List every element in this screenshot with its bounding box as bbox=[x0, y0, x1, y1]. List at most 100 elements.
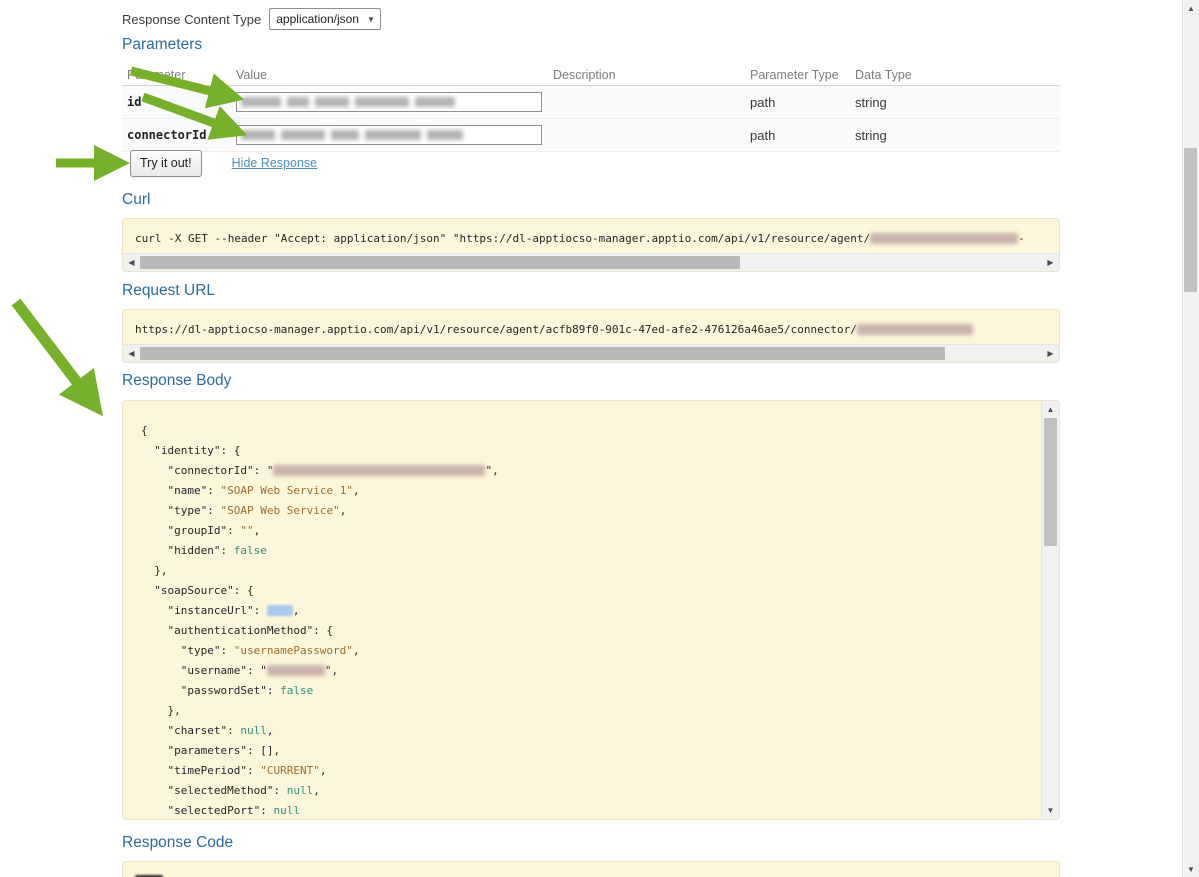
table-row: idpathstring bbox=[122, 86, 1060, 119]
page-scrollbar-thumb[interactable] bbox=[1184, 148, 1197, 292]
code-text: "selectedPort": bbox=[141, 804, 273, 817]
table-row: connectorIdpathstring bbox=[122, 119, 1060, 152]
column-header-parameter-type: Parameter Type bbox=[745, 68, 850, 82]
string-token: "usernamePassword" bbox=[234, 644, 353, 657]
response-code-heading: Response Code bbox=[122, 834, 233, 852]
content-type-value: application/json bbox=[276, 12, 359, 26]
request-url-scrollbar-thumb[interactable] bbox=[140, 347, 945, 360]
content-type-select[interactable]: application/json ▼ bbox=[269, 8, 381, 30]
code-text: "charset": bbox=[141, 724, 240, 737]
curl-heading: Curl bbox=[122, 191, 150, 209]
code-text: ", bbox=[485, 464, 498, 477]
code-text: curl -X GET --header "Accept: applicatio… bbox=[135, 232, 870, 245]
code-text: "passwordSet": bbox=[141, 684, 280, 697]
scroll-right-arrow-icon[interactable]: ▶ bbox=[1042, 254, 1059, 271]
code-text: "connectorId": " bbox=[141, 464, 273, 477]
scroll-left-arrow-icon[interactable]: ◀ bbox=[123, 254, 140, 271]
redacted-value bbox=[365, 130, 421, 140]
json-line: { bbox=[141, 421, 1029, 441]
arrow-to-response-body bbox=[16, 302, 83, 390]
scroll-right-arrow-icon[interactable]: ▶ bbox=[1042, 345, 1059, 362]
page-vertical-scrollbar[interactable]: ▲ ▼ bbox=[1182, 0, 1199, 877]
code-text: "selectedMethod": bbox=[141, 784, 287, 797]
scroll-up-arrow-icon[interactable]: ▲ bbox=[1042, 401, 1059, 418]
redacted-value bbox=[427, 130, 463, 140]
string-token: "CURRENT" bbox=[260, 764, 320, 777]
json-line: "identity": { bbox=[141, 441, 1029, 461]
response-body-box: { "identity": { "connectorId": " ", "name… bbox=[122, 400, 1060, 820]
redacted-value bbox=[281, 130, 325, 140]
parameters-table-body: idpathstringconnectorIdpathstring bbox=[122, 86, 1060, 152]
response-code-box bbox=[122, 861, 1060, 877]
parameter-value-cell bbox=[231, 92, 548, 112]
redacted-value bbox=[870, 233, 1018, 244]
literal-token: false bbox=[280, 684, 313, 697]
curl-scrollbar-thumb[interactable] bbox=[140, 256, 740, 269]
scroll-left-arrow-icon[interactable]: ◀ bbox=[123, 345, 140, 362]
redacted-value bbox=[241, 130, 275, 140]
response-body-vertical-scrollbar[interactable]: ▲ ▼ bbox=[1041, 401, 1059, 819]
literal-token: null bbox=[273, 804, 300, 817]
code-text: , bbox=[353, 484, 360, 497]
curl-command: curl -X GET --header "Accept: applicatio… bbox=[123, 219, 1059, 249]
code-text: "soapSource": { bbox=[141, 584, 254, 597]
scroll-down-arrow-icon[interactable]: ▼ bbox=[1183, 861, 1199, 877]
redacted-value bbox=[267, 665, 325, 676]
code-text: , bbox=[340, 504, 347, 517]
redacted-value bbox=[415, 97, 455, 107]
json-line: "authenticationMethod": { bbox=[141, 621, 1029, 641]
parameters-table-header: Parameter Value Description Parameter Ty… bbox=[122, 62, 1060, 86]
literal-token: null bbox=[287, 784, 314, 797]
code-text: , bbox=[293, 604, 300, 617]
json-line: "username": "", bbox=[141, 661, 1029, 681]
literal-token: null bbox=[240, 724, 267, 737]
json-line: }, bbox=[141, 561, 1029, 581]
json-line: "connectorId": " ", bbox=[141, 461, 1029, 481]
response-content-type-row: Response Content Type application/json ▼ bbox=[122, 8, 381, 30]
json-line: "parameters": [], bbox=[141, 741, 1029, 761]
string-token: "SOAP Web Service" bbox=[220, 504, 339, 517]
request-url-value: https://dl-apptiocso-manager.apptio.com/… bbox=[123, 310, 1059, 340]
parameter-type: path bbox=[745, 95, 850, 110]
redacted-value bbox=[331, 130, 359, 140]
hide-response-link[interactable]: Hide Response bbox=[232, 156, 317, 170]
redacted-value bbox=[241, 97, 281, 107]
response-body-json: { "identity": { "connectorId": " ", "name… bbox=[123, 401, 1059, 820]
column-header-data-type: Data Type bbox=[850, 68, 1060, 82]
json-line: "groupId": "", bbox=[141, 521, 1029, 541]
json-line: "selectedMethod": null, bbox=[141, 781, 1029, 801]
code-text: "instanceUrl": bbox=[141, 604, 267, 617]
request-url-heading: Request URL bbox=[122, 282, 215, 300]
json-line: "instanceUrl": , bbox=[141, 601, 1029, 621]
chevron-down-icon: ▼ bbox=[367, 15, 375, 24]
response-body-scrollbar-thumb[interactable] bbox=[1044, 418, 1057, 546]
connectorId-value-input[interactable] bbox=[236, 125, 542, 145]
id-value-input[interactable] bbox=[236, 92, 542, 112]
code-text: { bbox=[141, 424, 148, 437]
scroll-down-arrow-icon[interactable]: ▼ bbox=[1042, 802, 1059, 819]
swagger-operation-panel: Response Content Type application/json ▼… bbox=[0, 0, 1199, 877]
code-text: "name": bbox=[141, 484, 220, 497]
code-text: }, bbox=[141, 704, 181, 717]
redacted-value bbox=[267, 605, 293, 616]
code-text: }, bbox=[141, 564, 168, 577]
code-text: "authenticationMethod": { bbox=[141, 624, 333, 637]
code-text: "timePeriod": bbox=[141, 764, 260, 777]
parameter-type: path bbox=[745, 128, 850, 143]
code-text: "type": bbox=[141, 644, 234, 657]
actions-row: Try it out! Hide Response bbox=[130, 149, 317, 177]
request-url-horizontal-scrollbar[interactable]: ◀ ▶ bbox=[123, 344, 1059, 362]
parameter-name: id bbox=[122, 95, 231, 109]
response-body-heading: Response Body bbox=[122, 372, 231, 390]
curl-horizontal-scrollbar[interactable]: ◀ ▶ bbox=[123, 253, 1059, 271]
json-line: "soapSource": { bbox=[141, 581, 1029, 601]
request-url-box: https://dl-apptiocso-manager.apptio.com/… bbox=[122, 309, 1060, 363]
scroll-up-arrow-icon[interactable]: ▲ bbox=[1183, 0, 1199, 16]
code-text: "groupId": bbox=[141, 524, 240, 537]
try-it-out-button[interactable]: Try it out! bbox=[130, 150, 202, 177]
json-line: }, bbox=[141, 701, 1029, 721]
code-text: ", bbox=[325, 664, 338, 677]
json-line: "hidden": false bbox=[141, 541, 1029, 561]
code-text: , bbox=[320, 764, 327, 777]
json-line: "type": "usernamePassword", bbox=[141, 641, 1029, 661]
